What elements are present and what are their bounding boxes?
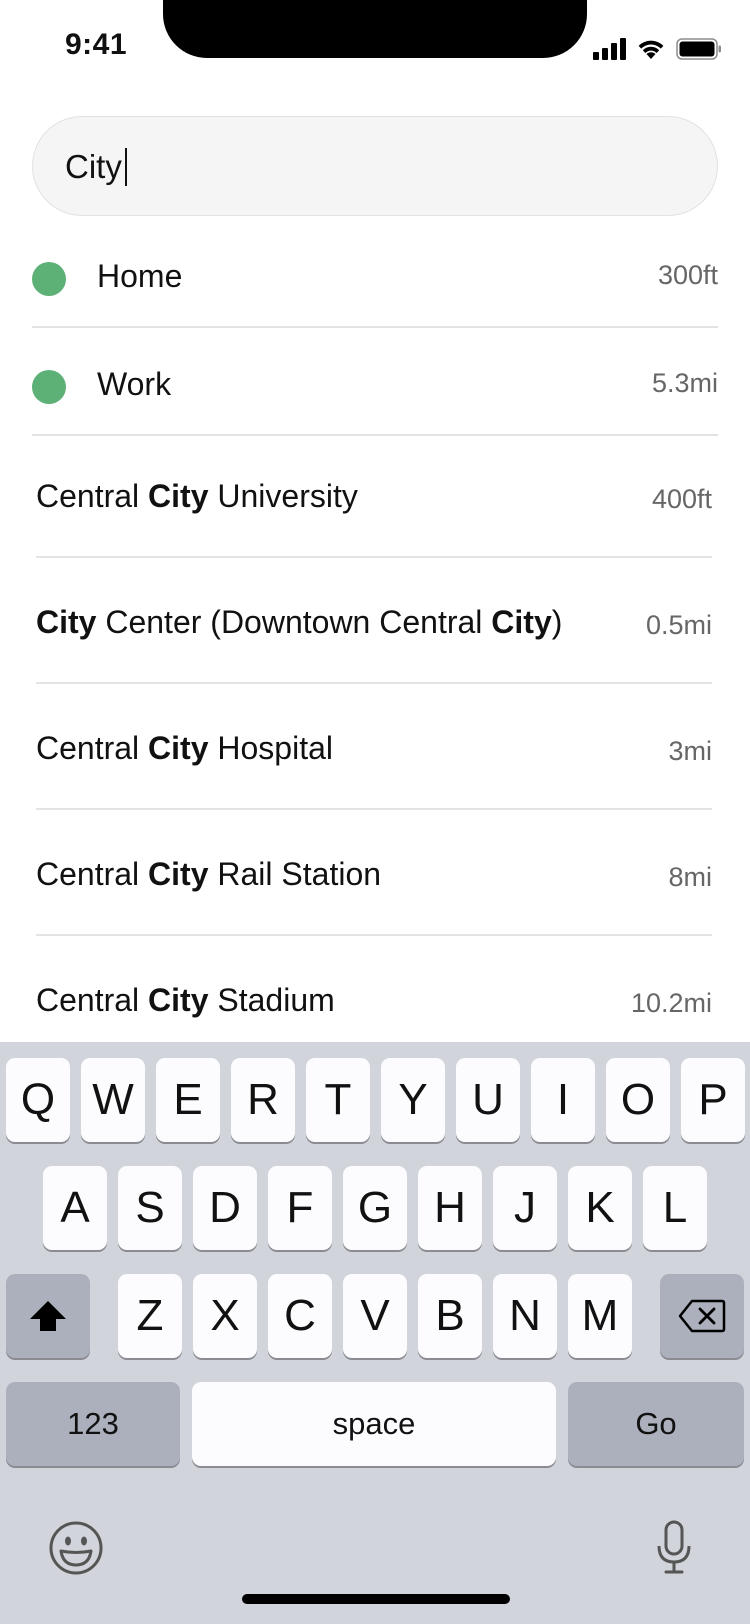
key-z[interactable]: Z <box>118 1274 182 1358</box>
key-t[interactable]: T <box>306 1058 370 1142</box>
key-e[interactable]: E <box>156 1058 220 1142</box>
key-b[interactable]: B <box>418 1274 482 1358</box>
label-part: Rail Station <box>208 856 382 892</box>
search-input[interactable]: City <box>32 116 718 216</box>
suggestion-distance: 8mi <box>668 862 712 892</box>
suggestion-distance: 0.5mi <box>645 610 712 640</box>
key-o[interactable]: O <box>606 1058 670 1142</box>
suggestion-row[interactable]: Central City Hospital 3mi <box>36 710 712 790</box>
key-l[interactable]: L <box>643 1166 707 1250</box>
match-highlight: City <box>491 604 552 640</box>
suggestion-row[interactable]: Central City University 400ft <box>36 458 712 538</box>
label-part: Central <box>36 478 149 514</box>
saved-place-distance: 300ft <box>657 260 718 290</box>
shift-icon <box>30 1301 66 1331</box>
keyboard: Q W E R T Y U I O P A S D F G H J K L Z … <box>0 1042 750 1624</box>
battery-icon <box>676 38 721 60</box>
label-part: Central <box>36 856 149 892</box>
key-j[interactable]: J <box>493 1166 557 1250</box>
match-highlight: City <box>148 478 209 514</box>
saved-place-home[interactable]: Home 300ft <box>32 236 718 316</box>
match-highlight: City <box>148 856 209 892</box>
suggestion-label: City Center (Downtown Central City) <box>36 604 562 641</box>
delete-icon <box>678 1299 726 1333</box>
work-marker-dot <box>32 370 66 404</box>
key-c[interactable]: C <box>268 1274 332 1358</box>
suggestion-distance: 10.2mi <box>630 988 712 1018</box>
divider <box>36 682 712 684</box>
key-h[interactable]: H <box>418 1166 482 1250</box>
key-f[interactable]: F <box>268 1166 332 1250</box>
label-part: Central <box>36 730 149 766</box>
suggestion-label: Central City Rail Station <box>36 856 381 893</box>
saved-place-distance: 5.3mi <box>651 368 718 398</box>
space-key[interactable]: space <box>192 1382 556 1466</box>
key-a[interactable]: A <box>43 1166 107 1250</box>
key-w[interactable]: W <box>81 1058 145 1142</box>
key-p[interactable]: P <box>681 1058 745 1142</box>
match-highlight: City <box>148 730 209 766</box>
match-highlight: City <box>148 982 209 1018</box>
label-part: Hospital <box>208 730 333 766</box>
text-caret <box>124 148 127 186</box>
wifi-icon <box>638 40 664 59</box>
go-key[interactable]: Go <box>568 1382 744 1466</box>
suggestion-distance: 400ft <box>651 484 712 514</box>
status-bar: 9:41 <box>0 0 750 96</box>
suggestion-label: Central City Hospital <box>36 730 333 767</box>
key-d[interactable]: D <box>193 1166 257 1250</box>
suggestion-label: Central City University <box>36 478 358 515</box>
search-value: City <box>65 148 122 185</box>
key-y[interactable]: Y <box>381 1058 445 1142</box>
key-k[interactable]: K <box>568 1166 632 1250</box>
key-r[interactable]: R <box>231 1058 295 1142</box>
divider <box>32 326 718 328</box>
key-q[interactable]: Q <box>6 1058 70 1142</box>
cellular-signal-icon <box>593 38 626 60</box>
saved-place-label: Work <box>97 366 172 402</box>
key-g[interactable]: G <box>343 1166 407 1250</box>
device-notch <box>163 0 587 58</box>
divider <box>36 556 712 558</box>
microphone-icon[interactable] <box>654 1520 694 1576</box>
label-part: Center (Downtown Central <box>96 604 492 640</box>
divider <box>32 434 718 436</box>
status-icons <box>593 36 722 62</box>
divider <box>36 808 712 810</box>
home-marker-dot <box>32 262 66 296</box>
key-x[interactable]: X <box>193 1274 257 1358</box>
label-part: Central <box>36 982 149 1018</box>
search-input-text: City <box>65 147 127 187</box>
emoji-icon[interactable] <box>48 1520 104 1576</box>
saved-place-label: Home <box>97 258 183 294</box>
suggestion-row[interactable]: Central City Stadium 10.2mi <box>36 962 712 1042</box>
key-n[interactable]: N <box>493 1274 557 1358</box>
suggestion-label: Central City Stadium <box>36 982 335 1019</box>
label-part: University <box>208 478 358 514</box>
home-indicator <box>242 1594 510 1604</box>
key-s[interactable]: S <box>118 1166 182 1250</box>
label-part: Stadium <box>208 982 335 1018</box>
shift-key[interactable] <box>6 1274 90 1358</box>
delete-key[interactable] <box>660 1274 744 1358</box>
label-part: ) <box>551 604 563 640</box>
numbers-key[interactable]: 123 <box>6 1382 180 1466</box>
saved-place-work[interactable]: Work 5.3mi <box>32 344 718 424</box>
match-highlight: City <box>36 604 97 640</box>
divider <box>36 934 712 936</box>
status-time: 9:41 <box>65 28 128 61</box>
suggestion-row[interactable]: City Center (Downtown Central City) 0.5m… <box>36 584 712 664</box>
key-v[interactable]: V <box>343 1274 407 1358</box>
key-u[interactable]: U <box>456 1058 520 1142</box>
key-m[interactable]: M <box>568 1274 632 1358</box>
key-i[interactable]: I <box>531 1058 595 1142</box>
suggestion-distance: 3mi <box>668 736 712 766</box>
suggestion-row[interactable]: Central City Rail Station 8mi <box>36 836 712 916</box>
